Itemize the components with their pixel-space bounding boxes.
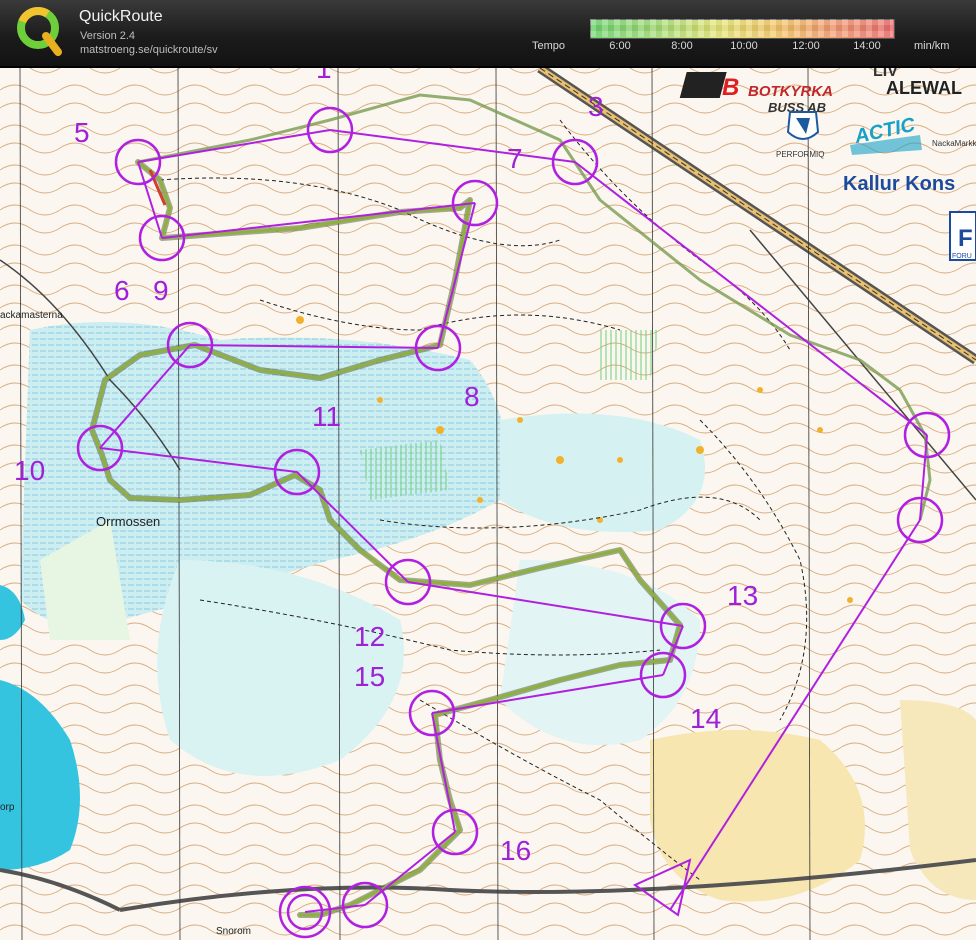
- tempo-tick: 12:00: [792, 40, 820, 52]
- control-number: 6: [114, 275, 130, 306]
- green-vegetation: [600, 330, 660, 380]
- quickroute-window: QuickRoute Version 2.4 matstroeng.se/qui…: [0, 0, 976, 940]
- sponsor-bus-name: BOTKYRKA: [748, 83, 833, 100]
- app-version: Version 2.4: [80, 30, 136, 42]
- place-name: Orrmossen: [96, 514, 160, 529]
- control-number: 13: [727, 580, 758, 611]
- header-bar: QuickRoute Version 2.4 matstroeng.se/qui…: [0, 0, 976, 68]
- svg-text:F: F: [958, 225, 973, 252]
- tempo-legend-label: Tempo: [532, 40, 566, 52]
- control-number: 16: [500, 835, 531, 866]
- place-name: orp: [0, 802, 15, 813]
- control-number: 1: [316, 68, 332, 84]
- sponsor-kallur: Kallur Kons: [843, 173, 955, 195]
- control-number: 3: [588, 91, 604, 122]
- orienteering-map[interactable]: BOTKYRKA BUSS AB B LIV ALEWAL PERFORMIQ …: [0, 68, 976, 940]
- control-number: 14: [690, 703, 721, 734]
- sponsor-performiq: PERFORMIQ: [776, 150, 824, 159]
- control-number: 5: [74, 117, 90, 148]
- tempo-tick: 6:00: [609, 40, 631, 52]
- control-number: 8: [464, 381, 480, 412]
- tempo-scale-grid: [590, 19, 893, 37]
- svg-text:B: B: [722, 74, 739, 101]
- tempo-tick: 14:00: [853, 40, 881, 52]
- place-name: ackamasterna: [0, 310, 63, 321]
- app-title: QuickRoute: [79, 8, 163, 25]
- sponsor-alewal: ALEWAL: [886, 78, 962, 98]
- control-number: 9: [153, 275, 169, 306]
- sponsor-foru: FORU: [952, 253, 972, 260]
- control-number: 12: [354, 621, 385, 652]
- control-number: 10: [14, 455, 45, 486]
- control-number: 7: [507, 143, 523, 174]
- green-vegetation: [360, 440, 450, 500]
- sponsor-nacka: NackaMarkk: [932, 139, 976, 148]
- tempo-tick: 10:00: [730, 40, 758, 52]
- tempo-tick: 8:00: [671, 40, 693, 52]
- control-number: 15: [354, 661, 385, 692]
- quickroute-logo-icon: [17, 7, 62, 56]
- app-url[interactable]: matstroeng.se/quickroute/sv: [80, 44, 218, 56]
- control-number: 11: [312, 401, 341, 432]
- tempo-unit: min/km: [914, 40, 950, 52]
- place-name: Snorom: [216, 926, 251, 937]
- marsh-area: [500, 413, 705, 532]
